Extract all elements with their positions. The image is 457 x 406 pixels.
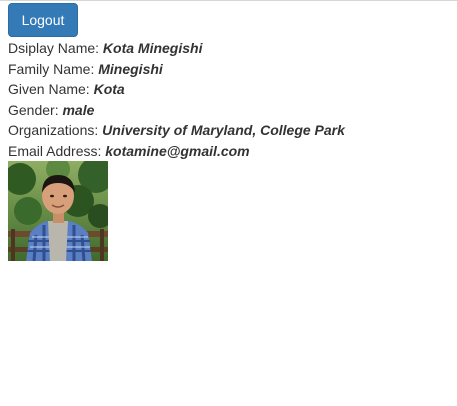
organizations-value: University of Maryland, College Park	[102, 122, 345, 138]
given-name-row: Given Name: Kota	[8, 79, 448, 100]
email-row: Email Address: kotamine@gmail.com	[8, 141, 448, 162]
gender-label: Gender:	[8, 101, 63, 118]
email-value: kotamine@gmail.com	[105, 142, 250, 159]
display-name-label: Dsiplay Name:	[8, 40, 103, 56]
family-name-label: Family Name:	[8, 60, 99, 77]
organizations-label: Organizations:	[8, 122, 103, 138]
organizations-row: Organizations: University of Maryland, C…	[8, 120, 448, 141]
gender-row: Gender: male	[8, 100, 448, 121]
display-name-row: Dsiplay Name: Kota Minegishi	[8, 38, 448, 59]
profile-info: Dsiplay Name: Kota Minegishi Family Name…	[8, 38, 448, 261]
profile-photo	[8, 161, 108, 261]
display-name-value: Kota Minegishi	[102, 40, 203, 56]
given-name-label: Given Name:	[8, 81, 94, 97]
family-name-row: Family Name: Minegishi	[8, 59, 448, 80]
family-name-value: Minegishi	[98, 60, 163, 77]
given-name-value: Kota	[93, 81, 125, 97]
email-label: Email Address:	[8, 142, 106, 159]
top-divider	[0, 0, 457, 1]
logout-button[interactable]: Logout	[8, 3, 78, 37]
gender-value: male	[62, 101, 95, 118]
